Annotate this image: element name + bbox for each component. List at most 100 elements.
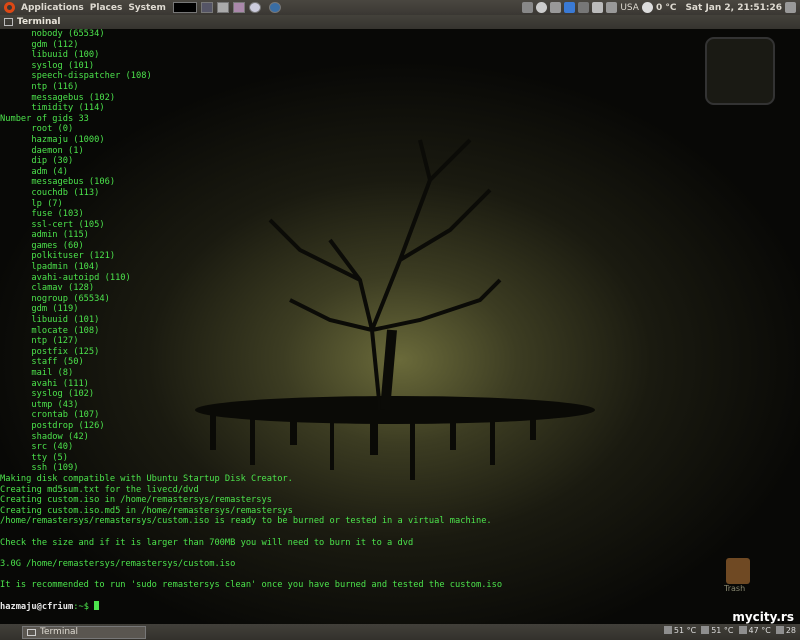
bluetooth-icon[interactable] <box>578 2 590 13</box>
terminal-line: hazmaju (1000) <box>0 134 105 145</box>
sensor-1-value: 51 °C <box>673 626 697 635</box>
update-icon[interactable] <box>536 2 548 13</box>
terminal-line: syslog (102) <box>0 389 95 400</box>
weather-temperature[interactable]: 0 °C <box>656 3 677 13</box>
terminal-line: src (40) <box>0 442 74 453</box>
chip-icon <box>701 626 710 634</box>
terminal-line: polkituser (121) <box>0 251 116 262</box>
applet-icon[interactable] <box>564 2 576 13</box>
sensor-4[interactable]: 28 <box>775 626 796 635</box>
battery-icon[interactable] <box>550 2 562 13</box>
terminal-line: gdm (112) <box>0 39 79 50</box>
bottom-panel: Terminal 51 °C 51 °C 47 °C 28 <box>0 624 800 640</box>
chip-icon <box>663 626 672 634</box>
taskbar-terminal-button[interactable]: Terminal <box>22 625 146 639</box>
terminal-line: ssh (109) <box>0 463 79 474</box>
terminal-line: clamav (128) <box>0 283 95 294</box>
sensor-3-value: 47 °C <box>748 626 771 635</box>
terminal-line: messagebus (106) <box>0 177 116 188</box>
terminal-window-icon <box>4 18 13 26</box>
sensor-2[interactable]: 51 °C <box>701 626 734 635</box>
terminal-line: nogroup (65534) <box>0 293 110 304</box>
terminal-line: Creating custom.iso in /home/remastersys… <box>0 495 272 506</box>
system-menu[interactable]: System <box>125 3 169 13</box>
prompt-suffix: :~$ <box>73 602 95 613</box>
terminal-line: postfix (125) <box>0 346 100 357</box>
terminal-line: Check the size and if it is larger than … <box>0 537 414 548</box>
terminal-line: gdm (119) <box>0 304 79 315</box>
network-icon[interactable] <box>522 2 534 13</box>
system-tray: USA 0 °C Sat Jan 2, 21:51:26 <box>522 0 796 15</box>
terminal-line: dip (30) <box>0 156 74 167</box>
terminal-line: nobody (65534) <box>0 29 105 39</box>
terminal-line: Number of gids 33 <box>0 113 89 124</box>
keyboard-layout[interactable]: USA <box>620 3 639 13</box>
terminal-line: syslog (101) <box>0 60 95 71</box>
sensor-4-value: 28 <box>785 626 796 635</box>
terminal-line: timidity (114) <box>0 103 105 114</box>
terminal-line: messagebus (102) <box>0 92 116 103</box>
sensor-3[interactable]: 47 °C <box>738 626 771 635</box>
ubuntu-logo-icon[interactable] <box>4 2 15 13</box>
calendar-launcher-icon[interactable] <box>232 2 245 13</box>
terminal-prompt[interactable]: hazmaju@cfrium:~$ <box>0 601 800 612</box>
terminal-line: avahi-autoipd (110) <box>0 272 131 283</box>
browser-launcher-icon[interactable] <box>268 2 281 13</box>
clock[interactable]: Sat Jan 2, 21:51:26 <box>685 3 782 13</box>
terminal-line: adm (4) <box>0 166 68 177</box>
terminal-launcher-icon[interactable] <box>172 2 197 13</box>
terminal-line: /home/remastersys/remastersys/custom.iso… <box>0 516 492 527</box>
mail-icon[interactable] <box>606 2 618 13</box>
terminal-line: It is recommended to run 'sudo remasters… <box>0 579 503 590</box>
watermark: mycity.rs <box>732 610 794 624</box>
terminal-line: root (0) <box>0 124 74 135</box>
terminal-line: mail (8) <box>0 368 74 378</box>
window-title-bar[interactable]: Terminal <box>0 15 800 29</box>
terminal-line: utmp (43) <box>0 399 79 410</box>
volume-icon[interactable] <box>592 2 604 13</box>
chip-icon <box>738 626 747 634</box>
terminal-line: speech-dispatcher (108) <box>0 71 152 82</box>
terminal-line: ssl-cert (105) <box>0 219 105 230</box>
terminal-line: lpadmin (104) <box>0 262 100 273</box>
terminal-line: Creating custom.iso.md5 in /home/remaste… <box>0 505 293 516</box>
chip-icon <box>775 626 784 634</box>
terminal-line: postdrop (126) <box>0 420 105 431</box>
weather-icon <box>641 2 653 13</box>
disk-launcher-icon[interactable] <box>248 2 261 13</box>
terminal-line: Creating md5sum.txt for the livecd/dvd <box>0 484 199 495</box>
terminal-line: mlocate (108) <box>0 325 100 336</box>
taskbar-terminal-label: Terminal <box>40 627 79 637</box>
sensor-1[interactable]: 51 °C <box>663 626 697 635</box>
terminal-output[interactable]: nobody (65534) gdm (112) libuuid (100) s… <box>0 29 800 623</box>
terminal-line: tty (5) <box>0 452 68 463</box>
text-editor-launcher-icon[interactable] <box>216 2 229 13</box>
terminal-line: staff (50) <box>0 357 84 368</box>
terminal-line: fuse (103) <box>0 209 84 220</box>
terminal-line: libuuid (100) <box>0 50 100 61</box>
terminal-line: shadow (42) <box>0 431 89 442</box>
terminal-line: daemon (1) <box>0 145 84 156</box>
terminal-line: 3.0G /home/remastersys/remastersys/custo… <box>0 558 236 569</box>
sensor-readouts: 51 °C 51 °C 47 °C 28 <box>663 626 796 635</box>
monitor-launcher-icon[interactable] <box>200 2 213 13</box>
sensor-2-value: 51 °C <box>711 626 734 635</box>
top-panel: Applications Places System USA 0 °C Sat … <box>0 0 800 15</box>
terminal-line: libuuid (101) <box>0 315 100 326</box>
terminal-line: ntp (127) <box>0 336 79 347</box>
window-title: Terminal <box>17 17 61 27</box>
places-menu[interactable]: Places <box>87 3 126 13</box>
terminal-line: Making disk compatible with Ubuntu Start… <box>0 473 293 484</box>
prompt-user: hazmaju@cfrium <box>0 602 74 613</box>
applications-menu[interactable]: Applications <box>18 3 87 13</box>
terminal-line: crontab (107) <box>0 410 100 421</box>
terminal-line: games (60) <box>0 240 84 251</box>
terminal-line: ntp (116) <box>0 81 79 92</box>
terminal-line: lp (7) <box>0 198 63 209</box>
power-icon[interactable] <box>785 2 796 13</box>
terminal-line: avahi (111) <box>0 378 89 389</box>
